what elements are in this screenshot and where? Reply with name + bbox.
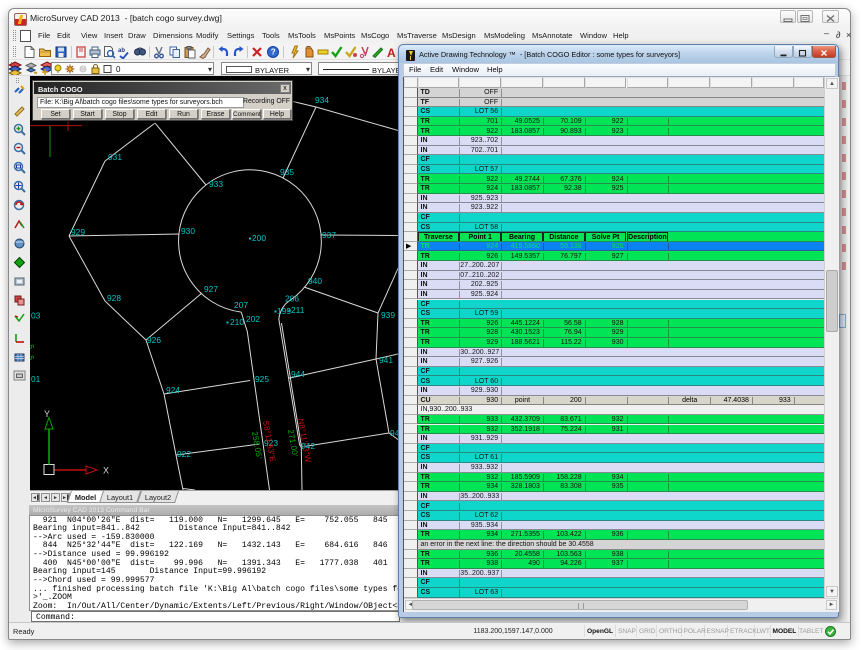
svg-text:933: 933 bbox=[209, 179, 223, 189]
svg-text:922: 922 bbox=[177, 449, 191, 459]
svg-text:X: X bbox=[103, 466, 109, 476]
svg-text:941: 941 bbox=[379, 355, 393, 365]
svg-text:935: 935 bbox=[280, 167, 294, 177]
svg-text:5: 5 bbox=[30, 344, 36, 350]
svg-text:928: 928 bbox=[107, 293, 121, 303]
svg-text:929: 929 bbox=[71, 227, 85, 237]
svg-text:ab: ab bbox=[118, 48, 125, 54]
svg-text:?: ? bbox=[271, 48, 276, 57]
svg-text:207: 207 bbox=[234, 300, 248, 310]
svg-text:940: 940 bbox=[308, 276, 322, 286]
svg-text:939: 939 bbox=[381, 310, 395, 320]
svg-text:A: A bbox=[387, 46, 396, 59]
svg-text:210: 210 bbox=[230, 317, 244, 327]
svg-text:944: 944 bbox=[291, 369, 305, 379]
svg-text:934: 934 bbox=[315, 95, 329, 105]
svg-text:211: 211 bbox=[291, 305, 305, 315]
svg-text:924: 924 bbox=[166, 385, 180, 395]
svg-text:930: 930 bbox=[181, 226, 195, 236]
svg-text:Y: Y bbox=[44, 409, 50, 419]
svg-text:925: 925 bbox=[255, 374, 269, 384]
svg-text:5: 5 bbox=[30, 355, 36, 361]
svg-text:202: 202 bbox=[246, 314, 260, 324]
svg-text:931: 931 bbox=[108, 152, 122, 162]
svg-text:0: 0 bbox=[116, 65, 121, 74]
svg-text:01: 01 bbox=[31, 374, 41, 384]
svg-text:926: 926 bbox=[147, 335, 161, 345]
svg-text:200: 200 bbox=[252, 233, 266, 243]
svg-text:03: 03 bbox=[31, 311, 41, 321]
svg-text:927: 927 bbox=[204, 284, 218, 294]
svg-text:206: 206 bbox=[285, 294, 299, 304]
svg-text:937: 937 bbox=[322, 230, 336, 240]
